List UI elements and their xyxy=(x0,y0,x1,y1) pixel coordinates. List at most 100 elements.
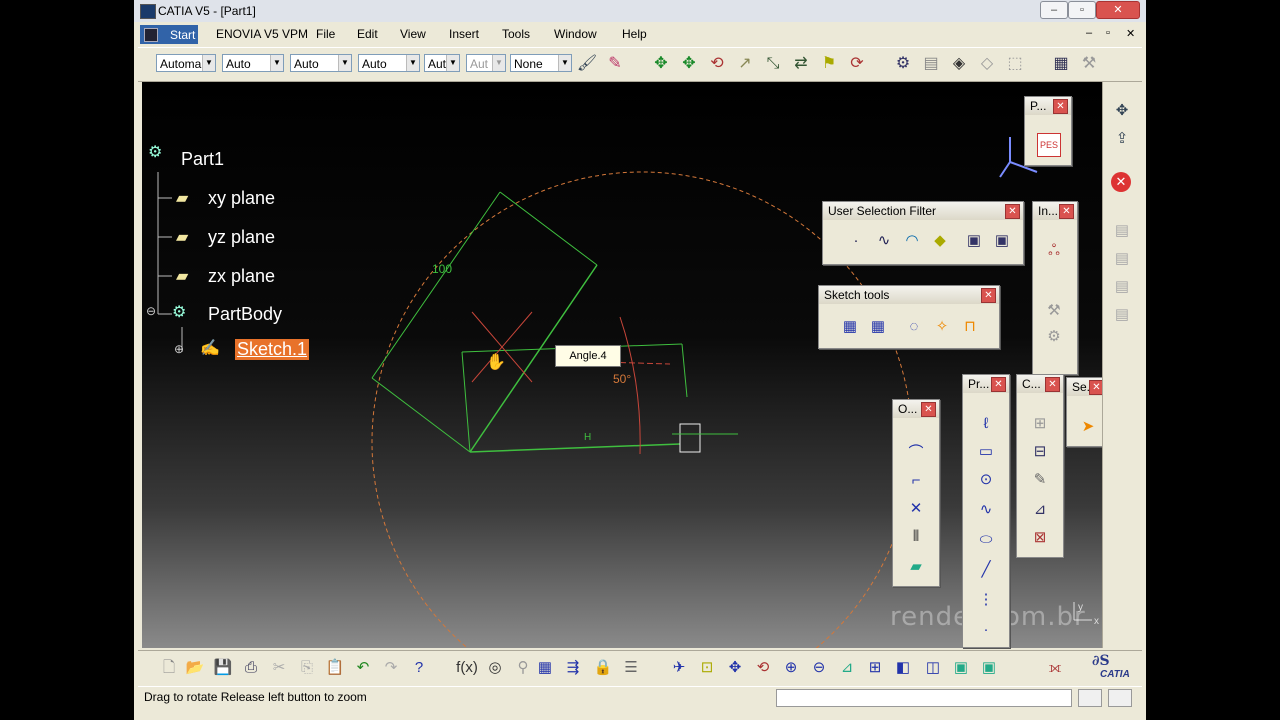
length-dimension[interactable]: 100 xyxy=(432,262,452,276)
doc-minimize-button[interactable]: – xyxy=(1086,27,1092,39)
layer-combo[interactable]: Aut ▼ xyxy=(466,54,506,72)
paste-icon[interactable]: 📋 xyxy=(324,657,346,679)
open-icon[interactable]: 📂 xyxy=(184,657,206,679)
exit-sketch-icon[interactable]: ✕ xyxy=(1111,172,1131,192)
volume-filter-icon[interactable]: ◆ xyxy=(929,230,951,252)
status-button[interactable] xyxy=(1108,689,1132,707)
start-menu[interactable]: Start xyxy=(140,25,198,44)
edge-icon[interactable]: ⤡ xyxy=(762,53,784,75)
snap-icon[interactable]: ✥ xyxy=(678,53,700,75)
auto-constraint-icon[interactable]: ⊠ xyxy=(1029,527,1051,549)
circle-icon[interactable]: ⊙ xyxy=(975,469,997,491)
painter-icon[interactable]: 🖌 xyxy=(576,53,598,75)
sketch-line-left[interactable] xyxy=(461,351,471,453)
status-button[interactable] xyxy=(1078,689,1102,707)
lock-icon[interactable]: 🔒 xyxy=(592,657,614,679)
ellipse-icon[interactable]: ⬭ xyxy=(975,529,997,551)
view-icon[interactable]: ▤ xyxy=(1111,220,1133,242)
none-combo[interactable]: None ▼ xyxy=(510,54,572,72)
thickness-combo[interactable]: Auto ▼ xyxy=(358,54,420,72)
swap-icon[interactable]: ⟳ xyxy=(846,53,868,75)
command-input[interactable] xyxy=(776,689,1072,707)
collapse-icon[interactable]: ⊖ xyxy=(146,304,156,318)
project-icon[interactable]: ▰ xyxy=(905,556,927,578)
doc-close-button[interactable]: ✕ xyxy=(1126,27,1135,40)
param-icon[interactable]: ⚲ xyxy=(512,657,534,679)
copy-icon[interactable]: ⎘ xyxy=(296,657,318,679)
view-icon[interactable]: ▤ xyxy=(1111,276,1133,298)
construction-element-icon[interactable]: ◌ xyxy=(903,316,925,338)
cut-icon[interactable]: ✂ xyxy=(268,657,290,679)
corner-icon[interactable]: ⌒ xyxy=(905,442,927,464)
geometric-constraints-icon[interactable]: ✧ xyxy=(931,316,953,338)
pdf-icon[interactable]: PES xyxy=(1037,133,1061,157)
brush-icon[interactable]: ✎ xyxy=(604,53,626,75)
close-icon[interactable]: ✕ xyxy=(991,377,1006,392)
close-button[interactable]: ✕ xyxy=(1096,1,1140,19)
iso-view-icon[interactable]: ◧ xyxy=(892,657,914,679)
fly-icon[interactable]: ✈ xyxy=(668,657,690,679)
close-icon[interactable]: ✕ xyxy=(1059,204,1074,219)
constraint-icon[interactable]: ஃ xyxy=(1043,240,1065,262)
menu-file[interactable]: File xyxy=(316,27,335,41)
dimensional-constraints-icon[interactable]: ⊓ xyxy=(959,316,981,338)
print-icon[interactable]: ⎙ xyxy=(240,657,262,679)
chamfer-icon[interactable]: ⌐ xyxy=(905,470,927,492)
fit-all-icon[interactable]: ⊡ xyxy=(696,657,718,679)
trim-icon[interactable]: ✕ xyxy=(905,498,927,520)
pan-icon[interactable]: ✥ xyxy=(724,657,746,679)
curve-filter-icon[interactable]: ∿ xyxy=(873,230,895,252)
formula-icon[interactable]: ⬚ xyxy=(1004,53,1026,75)
fix-together-icon[interactable]: ⊿ xyxy=(1029,499,1051,521)
close-icon[interactable]: ✕ xyxy=(981,288,996,303)
table-icon[interactable]: ▦ xyxy=(534,657,556,679)
multi-view-icon[interactable]: ⊞ xyxy=(864,657,886,679)
rectangle-icon[interactable]: ▭ xyxy=(975,441,997,463)
expand-icon[interactable]: ⊕ xyxy=(174,342,184,356)
dimension-line[interactable] xyxy=(371,191,501,379)
feature-filter-icon[interactable]: ▣ xyxy=(963,230,985,252)
formula-icon[interactable]: f(x) xyxy=(456,657,478,679)
properties-icon[interactable]: ▦ xyxy=(1050,53,1072,75)
contact-constraint-icon[interactable]: ✎ xyxy=(1029,469,1051,491)
maximize-button[interactable]: ▫ xyxy=(1068,1,1096,19)
shading-icon[interactable]: ◫ xyxy=(922,657,944,679)
line-icon[interactable]: ╱ xyxy=(975,559,997,581)
tool-icon[interactable]: ⚒ xyxy=(1043,300,1065,322)
axis-icon[interactable]: ⋮ xyxy=(975,589,997,611)
view-icon[interactable]: ▤ xyxy=(1111,304,1133,326)
analysis-icon[interactable]: ⟗ xyxy=(1044,657,1066,679)
list-icon[interactable]: ☰ xyxy=(620,657,642,679)
3d-viewport[interactable]: y x 100 50° H ⚙ Part1 ▰ xy plane ▰ yz pl… xyxy=(142,82,1102,648)
zoom-out-icon[interactable]: ⊖ xyxy=(808,657,830,679)
tangent-icon[interactable]: ⇄ xyxy=(790,53,812,75)
exit-workbench-icon[interactable]: ⇪ xyxy=(1111,128,1133,150)
tree-item-xy-plane[interactable]: xy plane xyxy=(208,188,275,209)
menu-window[interactable]: Window xyxy=(554,27,597,41)
point-combo[interactable]: Aut ▼ xyxy=(424,54,460,72)
constraint-icon[interactable]: ⊟ xyxy=(1029,441,1051,463)
snap-to-point-icon[interactable]: ▦ xyxy=(867,316,889,338)
close-icon[interactable]: ✕ xyxy=(1045,377,1060,392)
tree-item-partbody[interactable]: PartBody xyxy=(208,304,282,325)
menu-enovia[interactable]: ENOVIA V5 VPM xyxy=(216,27,308,41)
save-icon[interactable]: 💾 xyxy=(212,657,234,679)
knowledge-icon[interactable]: ◎ xyxy=(484,657,506,679)
tree-item-sketch-selected[interactable]: Sketch.1 xyxy=(235,339,310,360)
minimize-button[interactable]: – xyxy=(1040,1,1068,19)
tree-item-zx-plane[interactable]: zx plane xyxy=(208,266,275,287)
swap-visible-icon[interactable]: ▣ xyxy=(978,657,1000,679)
sketcher-icon[interactable]: ✥ xyxy=(1111,100,1133,122)
normal-view-icon[interactable]: ⊿ xyxy=(836,657,858,679)
menu-tools[interactable]: Tools xyxy=(502,27,530,41)
undo-icon[interactable]: ↶ xyxy=(352,657,374,679)
mirror-icon[interactable]: ⫴ xyxy=(905,526,927,548)
hide-show-icon[interactable]: ▣ xyxy=(950,657,972,679)
rotate-icon[interactable]: ⟲ xyxy=(752,657,774,679)
measure-icon[interactable]: ⚙ xyxy=(892,53,914,75)
point-symbol-icon[interactable]: ⚑ xyxy=(818,53,840,75)
menu-help[interactable]: Help xyxy=(622,27,647,41)
angle-dimension[interactable]: 50° xyxy=(613,372,631,386)
menu-insert[interactable]: Insert xyxy=(449,27,479,41)
close-icon[interactable]: ✕ xyxy=(1053,99,1068,114)
